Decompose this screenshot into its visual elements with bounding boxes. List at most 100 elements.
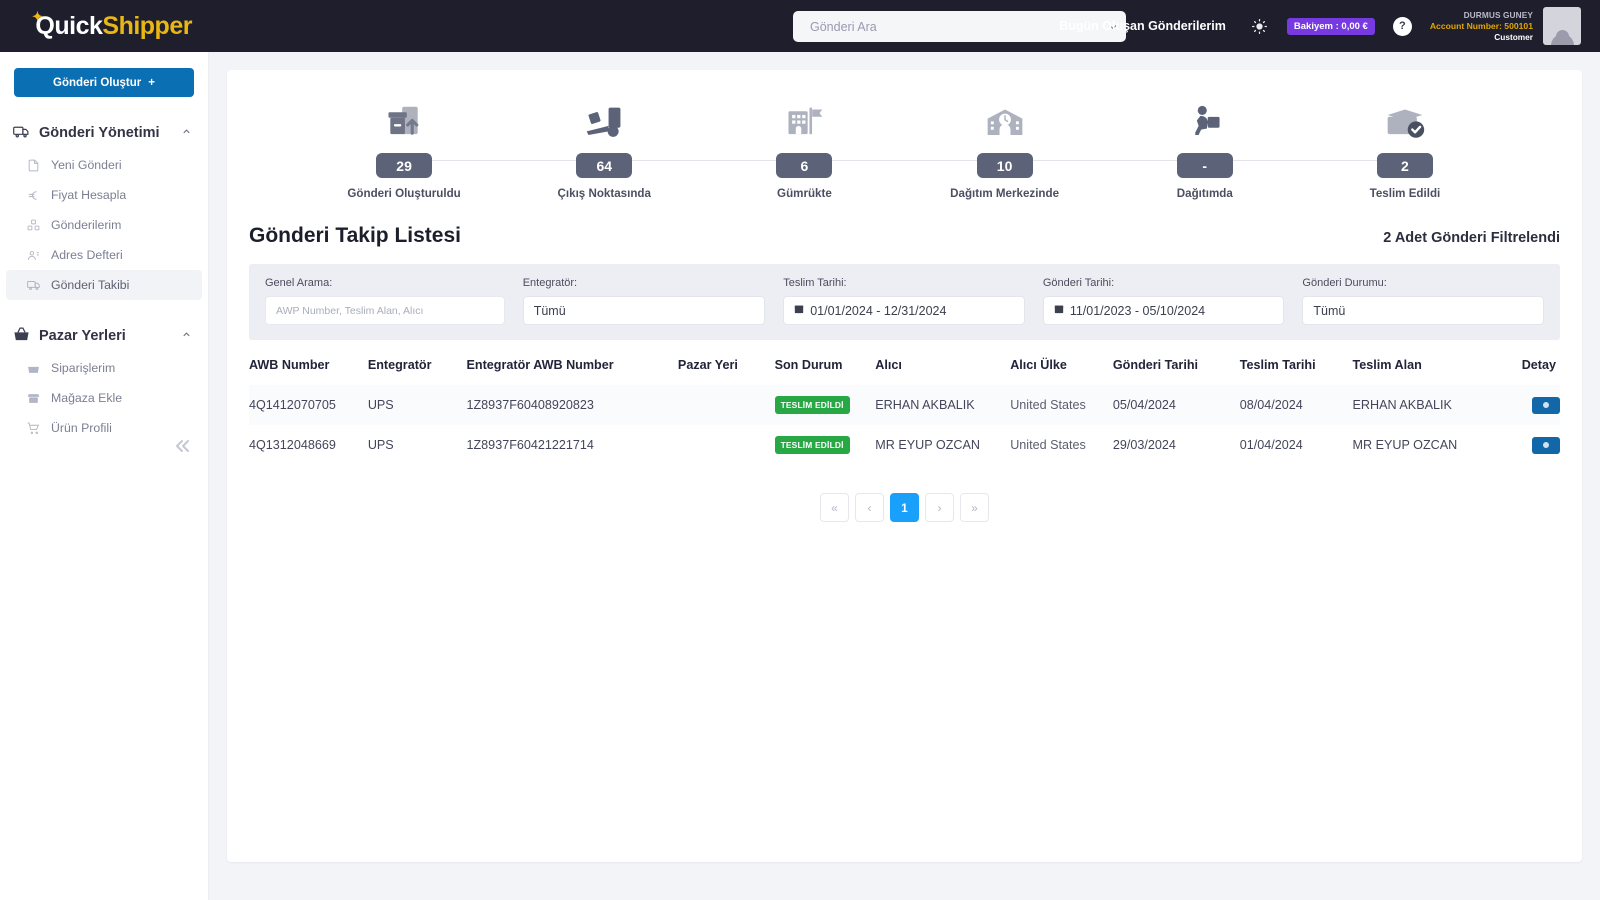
- detail-button[interactable]: [1532, 436, 1560, 454]
- cell-awb: 4Q1312048669: [249, 438, 336, 452]
- store-icon: [26, 392, 41, 405]
- cell-son-durum: TESLİM EDİLDİ: [774, 385, 876, 425]
- cell-teslim-alan: MR EYUP OZCAN: [1352, 438, 1458, 452]
- balance-badge[interactable]: Bakiyem : 0,00 €: [1286, 17, 1375, 35]
- truck-icon: [13, 123, 30, 144]
- sidebar-item-label: Ürün Profili: [51, 421, 112, 435]
- filter-label: Gönderi Durumu:: [1302, 277, 1387, 289]
- truck-icon: [26, 278, 41, 292]
- shipment-status-select[interactable]: Tümü: [1302, 296, 1544, 325]
- pagination-first[interactable]: «: [820, 493, 849, 522]
- filter-genel-arama: Genel Arama: AWP Number, Teslim Alan, Al…: [265, 277, 505, 325]
- status-step-gonderi-olusturuldu[interactable]: 29 Gönderi Oluşturuldu: [304, 98, 505, 200]
- sidebar-group-gonderi-yonetimi[interactable]: Gönderi Yönetimi: [0, 116, 208, 150]
- sidebar-collapse-button[interactable]: [169, 434, 193, 462]
- pagination-next[interactable]: ›: [925, 493, 954, 522]
- sidebar-group-pazar-yerleri[interactable]: Pazar Yerleri: [0, 319, 208, 353]
- content-card: 29 Gönderi Oluşturuldu 64 Çıkış Noktasın…: [227, 70, 1582, 862]
- account-name: DURMUS GUNEY: [1463, 9, 1533, 20]
- general-search-input[interactable]: AWP Number, Teslim Alan, Alıcı: [265, 296, 505, 325]
- pagination-last[interactable]: »: [960, 493, 989, 522]
- cell-gonderi-tarihi: 29/03/2024: [1112, 438, 1176, 452]
- status-step-cikis-noktasinda[interactable]: 64 Çıkış Noktasında: [504, 98, 705, 200]
- sidebar-item-gonderilerim[interactable]: Gönderilerim: [6, 210, 202, 240]
- top-header-bar: ✦ Quick Shipper Bugün Oluşan Gönderileri…: [0, 0, 1600, 52]
- col-header-teslim-tarihi[interactable]: Teslim Tarihi: [1240, 358, 1353, 385]
- table-row[interactable]: 4Q1412070705 UPS 1Z8937F60408920823 TESL…: [249, 385, 1560, 425]
- shipment-status-stepper: 29 Gönderi Oluşturuldu 64 Çıkış Noktasın…: [249, 70, 1560, 206]
- col-header-entegrator[interactable]: Entegratör: [368, 358, 467, 385]
- avatar[interactable]: [1543, 7, 1581, 45]
- forklift-icon: [581, 98, 627, 146]
- cell-entegrator-awb: 1Z8937F60408920823: [466, 385, 678, 425]
- pagination-prev[interactable]: ‹: [855, 493, 884, 522]
- table-body: 4Q1412070705 UPS 1Z8937F60408920823 TESL…: [249, 385, 1560, 465]
- status-label: Dağıtımda: [1176, 187, 1233, 200]
- cell-gonderi-tarihi: 05/04/2024: [1112, 385, 1240, 425]
- col-header-gonderi-tarihi[interactable]: Gönderi Tarihi: [1113, 358, 1240, 385]
- col-header-teslim-alan[interactable]: Teslim Alan: [1353, 358, 1500, 385]
- brand-text-shipper: Shipper: [102, 11, 192, 40]
- today-shipments-link[interactable]: Bugün Oluşan Gönderilerim: [1059, 19, 1226, 33]
- pagination-page-1[interactable]: 1: [890, 493, 919, 522]
- status-step-dagitimda[interactable]: - Dağıtımda: [1104, 98, 1305, 200]
- create-shipment-button[interactable]: Gönderi Oluştur +: [14, 68, 194, 97]
- col-header-alici[interactable]: Alıcı: [875, 358, 1010, 385]
- customs-building-icon: [782, 98, 826, 146]
- col-header-pazar-yeri[interactable]: Pazar Yeri: [678, 358, 775, 385]
- status-step-dagitim-merkezinde[interactable]: 10 Dağıtım Merkezinde: [904, 98, 1105, 200]
- col-header-awb[interactable]: AWB Number: [249, 358, 368, 385]
- delivery-date-range[interactable]: 01/01/2024 - 12/31/2024: [783, 296, 1025, 325]
- cell-detay: [1500, 425, 1560, 465]
- cell-alici: MR EYUP OZCAN: [875, 438, 980, 452]
- calendar-icon: [794, 304, 804, 317]
- calendar-icon: [1054, 304, 1064, 317]
- sidebar-item-siparislerim[interactable]: Siparişlerim: [6, 353, 202, 383]
- app-root: ✦ Quick Shipper Bugün Oluşan Gönderileri…: [0, 0, 1600, 900]
- package-upload-icon: [382, 98, 426, 146]
- filter-label: Genel Arama:: [265, 277, 333, 289]
- chevron-up-icon[interactable]: [181, 329, 192, 343]
- cell-alici-ulke: United States: [1010, 438, 1086, 452]
- distribution-center-icon: [982, 98, 1028, 146]
- account-role: Customer: [1494, 31, 1533, 42]
- sidebar-item-yeni-gonderi[interactable]: Yeni Gönderi: [6, 150, 202, 180]
- create-shipment-label: Gönderi Oluştur: [53, 76, 142, 89]
- filter-teslim-tarihi: Teslim Tarihi: 01/01/2024 - 12/31/2024: [783, 277, 1025, 325]
- sidebar-item-label: Gönderilerim: [51, 218, 122, 232]
- col-header-detay[interactable]: Detay: [1500, 358, 1560, 385]
- list-title-row: Gönderi Takip Listesi 2 Adet Gönderi Fil…: [249, 224, 1560, 248]
- sidebar-item-fiyat-hesapla[interactable]: Fiyat Hesapla: [6, 180, 202, 210]
- brand-text-quick: Quick: [35, 11, 103, 40]
- table-header-row: AWB Number Entegratör Entegratör AWB Num…: [249, 358, 1560, 385]
- col-header-entegrator-awb[interactable]: Entegratör AWB Number: [466, 358, 677, 385]
- sidebar-item-adres-defteri[interactable]: Adres Defteri: [6, 240, 202, 270]
- brand-spark-icon: ✦: [32, 9, 43, 24]
- chevron-up-icon[interactable]: [181, 126, 192, 140]
- cell-teslim-alan: ERHAN AKBALIK: [1352, 385, 1500, 425]
- cell-son-durum: TESLİM EDİLDİ: [774, 425, 876, 465]
- sun-icon[interactable]: [1251, 18, 1267, 34]
- detail-button[interactable]: [1532, 396, 1560, 414]
- status-step-gumrukte[interactable]: 6 Gümrükte: [704, 98, 905, 200]
- status-label: Çıkış Noktasında: [557, 187, 651, 200]
- col-header-son-durum[interactable]: Son Durum: [775, 358, 876, 385]
- status-step-teslim-edildi[interactable]: 2 Teslim Edildi: [1304, 98, 1505, 200]
- body-container: Gönderi Oluştur + Gönderi Yönetimi Yeni …: [0, 52, 1600, 900]
- integrator-select[interactable]: Tümü: [522, 296, 766, 325]
- status-count: 64: [576, 153, 633, 178]
- help-icon[interactable]: ?: [1392, 16, 1412, 36]
- sidebar-item-label: Adres Defteri: [51, 248, 123, 262]
- ship-date-range[interactable]: 11/01/2023 - 05/10/2024: [1042, 296, 1285, 325]
- table-row[interactable]: 4Q1312048669 UPS 1Z8937F60421221714 TESL…: [249, 425, 1560, 465]
- sidebar-item-label: Gönderi Takibi: [51, 278, 130, 292]
- filter-bar: Genel Arama: AWP Number, Teslim Alan, Al…: [249, 264, 1560, 340]
- brand-logo[interactable]: ✦ Quick Shipper: [28, 9, 192, 41]
- sidebar-item-gonderi-takibi[interactable]: Gönderi Takibi: [6, 270, 202, 300]
- basket-icon: [13, 326, 30, 347]
- sidebar-item-magaza-ekle[interactable]: Mağaza Ekle: [6, 383, 202, 413]
- col-header-alici-ulke[interactable]: Alıcı Ülke: [1010, 358, 1113, 385]
- cell-alici-ulke: United States: [1010, 385, 1113, 425]
- search-input[interactable]: [793, 19, 1100, 34]
- status-count: 29: [376, 153, 433, 178]
